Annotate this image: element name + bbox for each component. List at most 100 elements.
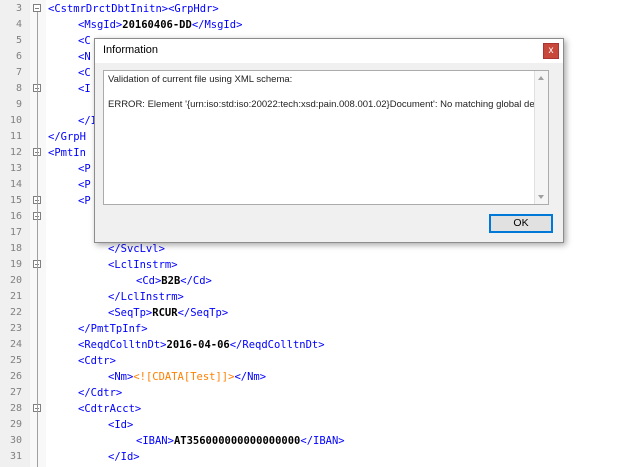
xml-tag: <ReqdColltnDt> (78, 339, 167, 351)
xml-tag: <IBAN> (136, 435, 174, 447)
xml-tag: <Nm> (108, 371, 134, 383)
line-number: 17 (9, 227, 22, 238)
line-number: 12 (9, 147, 22, 158)
scroll-up-arrow-icon[interactable] (538, 76, 544, 80)
message-textbox[interactable]: Validation of current file using XML sch… (103, 70, 549, 205)
code-line[interactable]: 28 <CdtrAcct> (0, 401, 640, 417)
xml-tag: <P (78, 195, 91, 207)
xml-value: 2016-04-06 (166, 339, 230, 351)
code-text: <SeqTp>RCUR</SeqTp> (108, 305, 228, 321)
fold-guide-line (37, 12, 38, 467)
message-line-1: Validation of current file using XML sch… (108, 74, 293, 85)
code-text: </LclInstrm> (108, 289, 184, 305)
line-number: 30 (9, 435, 22, 446)
line-number: 27 (9, 387, 22, 398)
xml-tag: </LclInstrm> (108, 291, 184, 303)
code-text: </Id> (108, 449, 140, 465)
xml-tag: <C (78, 35, 91, 47)
line-number: 3 (15, 3, 22, 14)
code-text: <MsgId>20160406-DD</MsgId> (78, 17, 242, 33)
xml-tag: </Id> (108, 451, 140, 463)
line-number: 13 (9, 163, 22, 174)
code-text: <Id> (108, 417, 133, 433)
code-line[interactable]: 18 </SvcLvl> (0, 241, 640, 257)
line-number: 18 (9, 243, 22, 254)
line-number: 28 (9, 403, 22, 414)
xml-tag: <PmtIn (48, 147, 86, 159)
code-line[interactable]: 23 </PmtTpInf> (0, 321, 640, 337)
line-number: 21 (9, 291, 22, 302)
line-number: 19 (9, 259, 22, 270)
code-text: </Cdtr> (78, 385, 122, 401)
line-number: 11 (9, 131, 22, 142)
code-line[interactable]: 19 <LclInstrm> (0, 257, 640, 273)
message-line-2: ERROR: Element '{urn:iso:std:iso:20022:t… (108, 99, 535, 110)
line-number: 20 (9, 275, 22, 286)
xml-tag: </SeqTp> (177, 307, 229, 319)
xml-tag: </Cd> (180, 275, 212, 287)
code-line[interactable]: 4 <MsgId>20160406-DD</MsgId> (0, 17, 640, 33)
code-line[interactable]: 31 </Id> (0, 449, 640, 465)
xml-tag: <N (78, 51, 91, 63)
line-number: 29 (9, 419, 22, 430)
code-line[interactable]: 3 <CstmrDrctDbtInitn><GrpHdr> (0, 1, 640, 17)
close-button[interactable]: x (543, 43, 559, 59)
xml-value: 20160406-DD (122, 19, 192, 31)
code-line[interactable]: 22 <SeqTp>RCUR</SeqTp> (0, 305, 640, 321)
ok-button[interactable]: OK (489, 214, 553, 233)
code-line[interactable]: 24 <ReqdColltnDt>2016-04-06</ReqdColltnDt… (0, 337, 640, 353)
xml-tag: <SeqTp> (108, 307, 153, 319)
code-line[interactable]: 27 </Cdtr> (0, 385, 640, 401)
code-text: <ReqdColltnDt>2016-04-06</ReqdColltnDt> (78, 337, 325, 353)
xml-tag: <Cdtr> (78, 355, 116, 367)
xml-tag: </IBAN> (300, 435, 345, 447)
code-text: <LclInstrm> (108, 257, 178, 273)
xml-tag: <CdtrAcct> (78, 403, 142, 415)
code-text: </GrpH (48, 129, 86, 145)
line-number: 24 (9, 339, 22, 350)
close-icon: x (548, 45, 554, 56)
line-number: 15 (9, 195, 22, 206)
xml-tag: <Cd> (136, 275, 162, 287)
line-number: 16 (9, 211, 22, 222)
xml-tag: </SvcLvl> (108, 243, 165, 255)
line-number: 8 (15, 83, 22, 94)
xml-tag: <C (78, 67, 91, 79)
code-text: <C (78, 33, 91, 49)
code-line[interactable]: 20 <Cd>B2B</Cd> (0, 273, 640, 289)
code-text: <I (78, 81, 91, 97)
code-line[interactable]: 26 <Nm><![CDATA[Test]]></Nm> (0, 369, 640, 385)
xml-tag: <CstmrDrctDbtInitn><GrpHdr> (48, 3, 219, 15)
code-line[interactable]: 29 <Id> (0, 417, 640, 433)
line-number: 6 (15, 51, 22, 62)
code-text: <CstmrDrctDbtInitn><GrpHdr> (48, 1, 219, 17)
code-text: <Cdtr> (78, 353, 116, 369)
line-number: 14 (9, 179, 22, 190)
code-line[interactable]: 21 </LclInstrm> (0, 289, 640, 305)
code-line[interactable]: 25 <Cdtr> (0, 353, 640, 369)
xml-tag: <I (78, 83, 91, 95)
information-dialog: Information x Validation of current file… (94, 38, 564, 243)
xml-value: AT356000000000000000 (173, 435, 301, 447)
line-number: 31 (9, 451, 22, 462)
line-number: 22 (9, 307, 22, 318)
line-number: 26 (9, 371, 22, 382)
dialog-title: Information (103, 44, 159, 56)
code-text: <Cd>B2B</Cd> (136, 273, 212, 289)
scroll-down-arrow-icon[interactable] (538, 195, 544, 199)
line-number: 7 (15, 67, 22, 78)
code-line[interactable]: 30 <IBAN>AT356000000000000000</IBAN> (0, 433, 640, 449)
code-text: <N (78, 49, 91, 65)
code-text: <IBAN>AT356000000000000000</IBAN> (136, 433, 345, 449)
xml-tag: </GrpH (48, 131, 86, 143)
xml-tag: <MsgId> (78, 19, 123, 31)
code-text: <PmtIn (48, 145, 86, 161)
line-number: 4 (15, 19, 22, 30)
line-number: 9 (15, 99, 22, 110)
fold-toggle-icon[interactable] (33, 4, 41, 12)
code-text: </SvcLvl> (108, 241, 165, 257)
xml-tag: <Id> (108, 419, 134, 431)
xml-tag: <P (78, 163, 91, 175)
dialog-titlebar[interactable]: Information x (95, 39, 563, 63)
vertical-scrollbar[interactable] (534, 71, 548, 204)
